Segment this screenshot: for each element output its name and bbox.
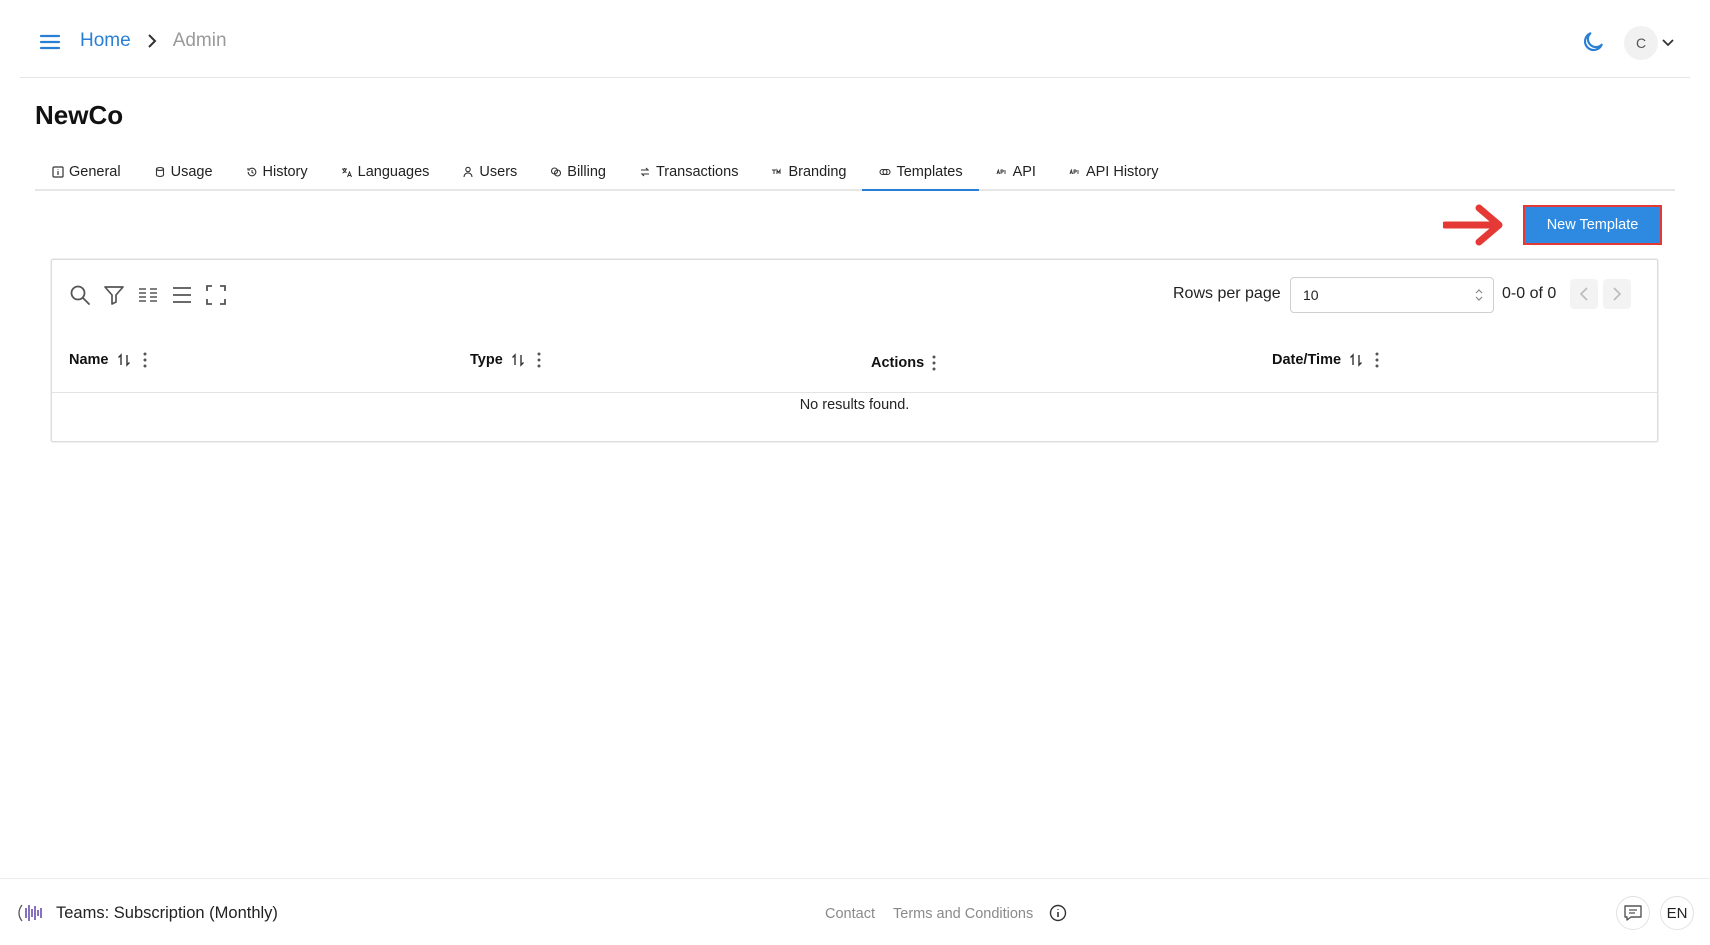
tab-label: Billing [567, 164, 606, 180]
fullscreen-icon[interactable] [204, 283, 228, 307]
sort-icon[interactable] [1349, 353, 1363, 367]
hamburger-menu-icon[interactable] [38, 30, 62, 54]
filter-icon[interactable] [102, 283, 126, 307]
columns-icon[interactable] [136, 283, 160, 307]
history-icon [246, 166, 258, 178]
column-menu-icon[interactable] [537, 352, 541, 368]
column-menu-icon[interactable] [1375, 352, 1379, 368]
chevron-down-icon[interactable] [1662, 39, 1674, 47]
tab-label: Usage [170, 164, 213, 180]
templates-table: Rows per page 10 0-0 of 0 Name Type Acti… [51, 259, 1658, 442]
search-icon[interactable] [68, 283, 92, 307]
rows-per-page-label: Rows per page [1173, 285, 1281, 302]
user-menu[interactable]: C [1624, 26, 1674, 60]
new-template-button[interactable]: New Template [1523, 205, 1662, 245]
breadcrumb: Home Admin [80, 30, 227, 52]
tab-history[interactable]: History [229, 160, 324, 191]
tab-label: General [69, 164, 121, 180]
column-header-datetime: Date/Time [1272, 352, 1379, 368]
api-icon [1069, 166, 1081, 178]
chevron-right-icon [147, 34, 157, 48]
terms-link[interactable]: Terms and Conditions [893, 906, 1033, 922]
column-header-type: Type [470, 352, 541, 368]
logo-icon [17, 901, 45, 925]
tab-transactions[interactable]: Transactions [622, 160, 754, 191]
tab-general[interactable]: General [35, 160, 137, 191]
column-header-label: Date/Time [1272, 352, 1342, 368]
column-header-label: Type [470, 352, 503, 368]
column-menu-icon[interactable] [143, 352, 147, 368]
breadcrumb-home-link[interactable]: Home [80, 30, 131, 52]
info-icon[interactable] [1049, 904, 1067, 922]
select-updown-icon [1475, 288, 1483, 305]
tab-label: API History [1085, 164, 1159, 180]
footer: Teams: Subscription (Monthly) Contact Te… [0, 878, 1710, 945]
next-page-button[interactable] [1603, 279, 1631, 309]
arrow-right-icon [1441, 203, 1507, 247]
info-square-icon [52, 166, 64, 178]
tab-bar: General Usage History Languages Users Bi… [35, 160, 1675, 191]
tab-users[interactable]: Users [445, 160, 533, 191]
tab-label: History [262, 164, 308, 180]
tab-label: Transactions [655, 164, 739, 180]
trademark-icon [771, 166, 783, 178]
tab-label: Branding [788, 164, 847, 180]
user-icon [462, 166, 474, 178]
api-icon [996, 166, 1008, 178]
avatar[interactable]: C [1624, 26, 1658, 60]
previous-page-button[interactable] [1570, 279, 1598, 309]
translate-icon [341, 166, 353, 178]
subscription-plan: Teams: Subscription (Monthly) [56, 904, 278, 922]
column-header-label: Name [69, 352, 109, 368]
tab-label: API [1012, 164, 1036, 180]
sort-icon[interactable] [117, 353, 131, 367]
column-header-name: Name [69, 352, 147, 368]
chat-icon[interactable] [1616, 896, 1650, 930]
rows-per-page-select[interactable]: 10 [1290, 277, 1494, 313]
tab-label: Templates [896, 164, 963, 180]
tab-label: Languages [357, 164, 430, 180]
density-icon[interactable] [170, 283, 194, 307]
breadcrumb-current: Admin [172, 30, 227, 51]
page-range: 0-0 of 0 [1502, 285, 1557, 302]
tab-branding[interactable]: Branding [754, 160, 862, 191]
tab-api[interactable]: API [979, 160, 1052, 191]
rows-per-page-value: 10 [1303, 287, 1319, 303]
top-bar: Home Admin C [20, 0, 1690, 78]
tab-billing[interactable]: Billing [533, 160, 622, 191]
coins-icon [550, 166, 562, 178]
tab-usage[interactable]: Usage [137, 160, 229, 191]
column-header-actions: Actions [871, 355, 936, 371]
transfer-icon [639, 166, 651, 178]
column-menu-icon[interactable] [932, 355, 936, 371]
tab-languages[interactable]: Languages [324, 160, 446, 191]
database-icon [154, 166, 166, 178]
tab-label: Users [479, 164, 518, 180]
page-title: NewCo [35, 100, 124, 130]
language-button[interactable]: EN [1660, 896, 1694, 930]
sort-icon[interactable] [511, 353, 525, 367]
template-icon [879, 166, 892, 178]
column-header-label: Actions [871, 355, 925, 371]
header-divider [52, 392, 1657, 393]
contact-link[interactable]: Contact [825, 906, 875, 922]
empty-state-text: No results found. [799, 397, 910, 413]
tab-templates[interactable]: Templates [862, 160, 979, 191]
tab-api-history[interactable]: API History [1052, 160, 1175, 191]
moon-icon[interactable] [1580, 29, 1606, 55]
